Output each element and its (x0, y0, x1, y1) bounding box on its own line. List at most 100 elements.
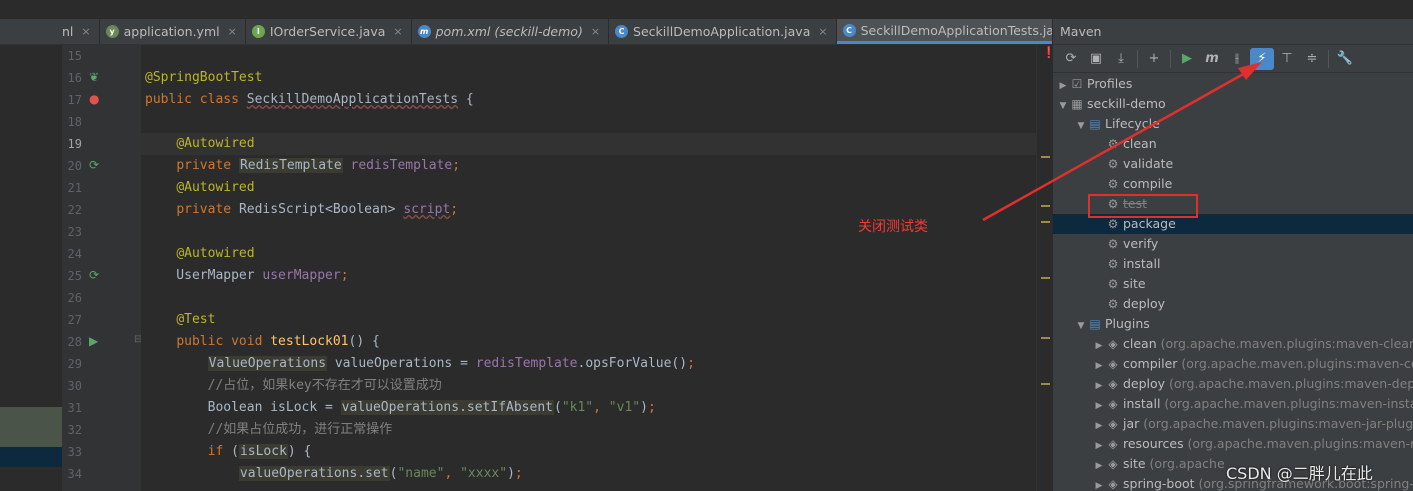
collapse-all-icon[interactable]: ≑ (1300, 48, 1324, 70)
code-line[interactable]: @Autowired (141, 243, 1036, 265)
maven-tree-item[interactable]: ▶ ◈ jar (org.apache.maven.plugins:maven-ja… (1053, 414, 1413, 434)
gutter-line[interactable]: 16 ❦ (62, 67, 141, 89)
code-line[interactable]: Boolean isLock = valueOperations.setIfAb… (141, 397, 1036, 419)
close-icon[interactable]: × (818, 25, 827, 38)
code-line[interactable]: @Autowired (141, 133, 1036, 155)
gutter-line[interactable]: 25 ⟳ (62, 265, 141, 287)
editor-tab[interactable]: I IOrderService.java × (246, 19, 412, 44)
maven-tree-item[interactable]: ⚙ verify (1053, 234, 1413, 254)
maven-tree-item[interactable]: ▼ ▤ Plugins (1053, 314, 1413, 334)
maven-tree-item[interactable]: ⚙ deploy (1053, 294, 1413, 314)
warning-marker[interactable] (1041, 156, 1050, 158)
expand-arrow-icon[interactable]: ▶ (1093, 336, 1105, 356)
code-line[interactable]: @SpringBootTest (141, 67, 1036, 89)
expand-arrow-icon[interactable]: ▶ (1093, 376, 1105, 396)
editor-tab[interactable]: m pom.xml (seckill-demo) × (412, 19, 610, 44)
expand-arrow-icon[interactable]: ▶ (1093, 436, 1105, 456)
maven-tree-item[interactable]: ▶ ◈ compiler (org.apache.maven.plugins:mav… (1053, 354, 1413, 374)
close-icon[interactable]: × (81, 25, 90, 38)
expand-arrow-icon[interactable]: ▶ (1093, 396, 1105, 416)
code-line[interactable] (141, 287, 1036, 309)
run-test-icon[interactable]: ▶ (89, 334, 98, 348)
code-line[interactable]: public void testLock01() { (141, 331, 1036, 353)
gutter-line[interactable]: 23 (62, 221, 141, 243)
warning-marker[interactable] (1041, 337, 1050, 339)
code-line[interactable]: @Test (141, 309, 1036, 331)
gutter-line[interactable]: 30 (62, 375, 141, 397)
gutter-line[interactable]: 26 (62, 287, 141, 309)
wrench-icon[interactable]: 🔧 (1333, 48, 1357, 70)
expand-arrow-icon[interactable]: ▼ (1075, 316, 1087, 336)
maven-tree-item[interactable]: ▶ ☑ Profiles (1053, 74, 1413, 94)
gutter-line[interactable]: 24 (62, 243, 141, 265)
expand-arrow-icon[interactable]: ▼ (1057, 96, 1069, 116)
gutter-line[interactable]: 28 ▶ ⊟ (62, 331, 143, 353)
execute-goal-icon[interactable]: m (1200, 48, 1224, 70)
expand-arrow-icon[interactable]: ▶ (1093, 476, 1105, 491)
gutter-line[interactable]: 19 (62, 133, 141, 155)
add-maven-project-icon[interactable]: ▣ (1084, 48, 1108, 70)
editor-tab[interactable]: CSeckillDemoApplicationTests.java× (836, 19, 1052, 44)
editor-tab[interactable]: y application.yml × (100, 19, 246, 44)
expand-arrow-icon[interactable]: ▶ (1057, 76, 1069, 96)
close-icon[interactable]: × (393, 25, 402, 38)
code-line[interactable] (141, 45, 1036, 67)
run-icon[interactable]: ▶ (1175, 48, 1199, 70)
skip-tests-icon[interactable]: ⚡ (1250, 47, 1274, 70)
gutter-line[interactable]: 17 ● (62, 89, 141, 111)
maven-tree-item[interactable]: ⚙ clean (1053, 134, 1413, 154)
code-line[interactable]: private RedisTemplate redisTemplate; (141, 155, 1036, 177)
code-line[interactable]: valueOperations.set("name", "xxxx"); (141, 463, 1036, 485)
close-icon[interactable]: × (591, 25, 600, 38)
close-icon[interactable]: × (228, 25, 237, 38)
navigate-icon[interactable]: ⟳ (89, 268, 99, 282)
maven-tree-item[interactable]: ▶ ◈ resources (org.apache.maven.plugins:ma… (1053, 434, 1413, 454)
expand-arrow-icon[interactable]: ▶ (1093, 356, 1105, 376)
reload-icon[interactable]: ⟳ (1059, 48, 1083, 70)
code-line[interactable]: //占位，如果key不存在才可以设置成功 (141, 375, 1036, 397)
gutter-line[interactable]: 20 ⟳ (62, 155, 141, 177)
code-line[interactable]: public class SeckillDemoApplicationTests… (141, 89, 1036, 111)
code-line[interactable]: @Autowired (141, 177, 1036, 199)
expand-arrow-icon[interactable]: ▼ (1075, 116, 1087, 136)
code-line[interactable]: ValueOperations valueOperations = redisT… (141, 353, 1036, 375)
warning-marker[interactable] (1041, 383, 1050, 385)
code-line[interactable]: if (isLock) { (141, 441, 1036, 463)
code-line[interactable]: //如果占位成功，进行正常操作 (141, 419, 1036, 441)
maven-tree-item[interactable]: ▶ ◈ clean (org.apache.maven.plugins:maven-… (1053, 334, 1413, 354)
editor-scrollbar[interactable]: ❗ (1036, 45, 1056, 491)
maven-tree-item[interactable]: ▼ ▤ Lifecycle (1053, 114, 1413, 134)
gutter-line[interactable]: 31 (62, 397, 141, 419)
show-dependencies-icon[interactable]: ⊤ (1275, 48, 1299, 70)
expand-arrow-icon[interactable]: ▶ (1093, 416, 1105, 436)
editor-tab[interactable]: C SeckillDemoApplication.java × (609, 19, 837, 44)
editor-tab[interactable]: nl × (62, 19, 100, 44)
bean-icon[interactable]: ❦ (89, 70, 99, 84)
code-line[interactable] (141, 111, 1036, 133)
maven-tree-item[interactable]: ⚙ site (1053, 274, 1413, 294)
toggle-offline-icon[interactable]: ⫲ (1225, 48, 1249, 70)
gutter-line[interactable]: 21 (62, 177, 141, 199)
maven-tree-item[interactable]: ▶ ◈ deploy (org.apache.maven.plugins:maven… (1053, 374, 1413, 394)
gutter-line[interactable]: 15 (62, 45, 141, 67)
gutter-line[interactable]: 34 (62, 463, 141, 485)
code-editor[interactable]: @SpringBootTest public class SeckillDemoA… (141, 45, 1036, 491)
maven-tree-item[interactable]: ⚙ validate (1053, 154, 1413, 174)
warning-marker[interactable] (1041, 205, 1050, 207)
warning-marker[interactable] (1041, 277, 1050, 279)
maven-tree-item[interactable]: ▼ ▦ seckill-demo (1053, 94, 1413, 114)
error-bean-icon[interactable]: ● (89, 92, 99, 106)
gutter-line[interactable]: 22 (62, 199, 141, 221)
code-line[interactable]: UserMapper userMapper; (141, 265, 1036, 287)
gutter-line[interactable]: 18 (62, 111, 141, 133)
navigate-icon[interactable]: ⟳ (89, 158, 99, 172)
gutter-line[interactable]: 29 (62, 353, 141, 375)
expand-arrow-icon[interactable]: ▶ (1093, 456, 1105, 476)
maven-tree-item[interactable]: ⚙ compile (1053, 174, 1413, 194)
gutter-line[interactable]: 33 (62, 441, 141, 463)
download-icon[interactable]: ⤓ (1109, 48, 1133, 70)
gutter-line[interactable]: 27 (62, 309, 141, 331)
gutter-line[interactable]: 32 (62, 419, 141, 441)
add-icon[interactable]: + (1142, 48, 1166, 70)
maven-tree-item[interactable]: ⚙ install (1053, 254, 1413, 274)
